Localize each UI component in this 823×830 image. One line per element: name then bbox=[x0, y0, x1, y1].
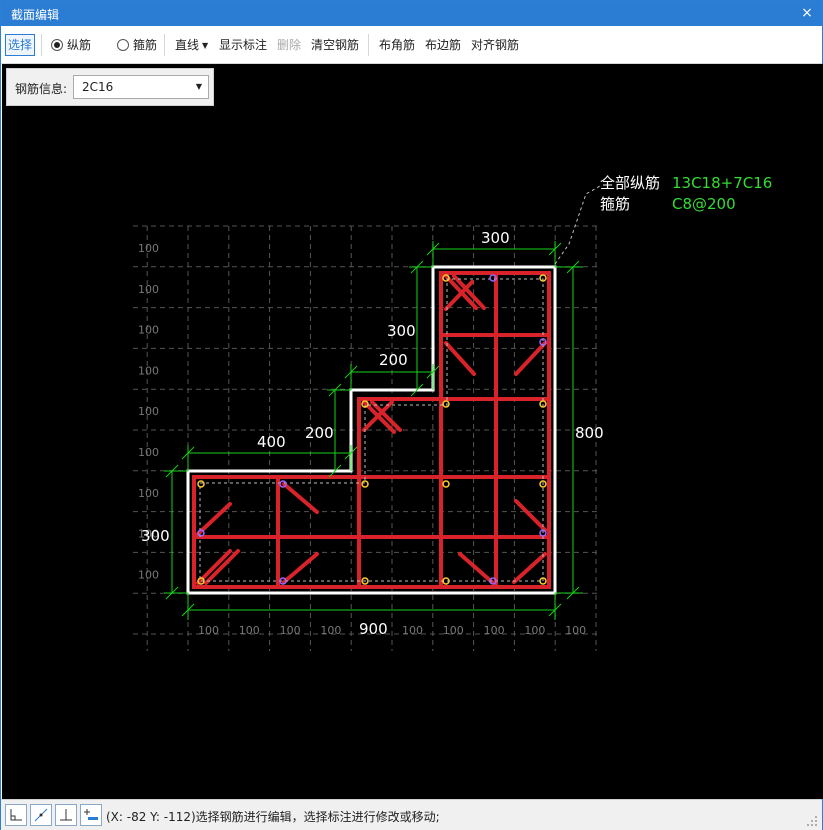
title-bar: 截面编辑 × bbox=[1, 1, 822, 26]
grid-label-left: 100 bbox=[138, 487, 159, 500]
dim-upper-step-height[interactable]: 300 bbox=[387, 322, 416, 340]
stirrup-hook[interactable] bbox=[444, 280, 474, 311]
stirrup-spec-label[interactable]: 箍筋 bbox=[600, 195, 630, 213]
toolbar-divider bbox=[41, 34, 42, 56]
drawing-canvas[interactable]: 钢筋信息: 2C16 ▼ 100 100 100 100 100 100 100 100 100… bbox=[2, 64, 823, 799]
toolbar-divider bbox=[164, 34, 165, 56]
resize-grip-icon[interactable] bbox=[806, 815, 818, 827]
rebar-point[interactable] bbox=[442, 480, 450, 488]
line-label: 直线 bbox=[175, 38, 200, 52]
perpendicular-icon bbox=[60, 809, 72, 821]
stirrup-hook[interactable] bbox=[514, 499, 547, 532]
grid-label-left: 100 bbox=[138, 446, 159, 459]
select-button[interactable]: 选择 bbox=[5, 34, 36, 56]
grid-label-bottom: 100 bbox=[239, 624, 260, 637]
stirrup-spec-value[interactable]: C8@200 bbox=[672, 195, 736, 213]
dim-left-width[interactable]: 400 bbox=[257, 433, 286, 451]
clear-rebar-button[interactable]: 清空钢筋 bbox=[311, 34, 359, 56]
grid-label-left: 100 bbox=[138, 283, 159, 296]
dim-bottom-width[interactable]: 900 bbox=[359, 620, 388, 638]
all-longitudinal-label[interactable]: 全部纵筋 bbox=[600, 174, 660, 192]
stirrup-hook[interactable] bbox=[444, 341, 476, 376]
rebar-point[interactable] bbox=[361, 480, 369, 488]
grid-label-bottom: 100 bbox=[402, 624, 423, 637]
stirrup-hook[interactable] bbox=[196, 502, 232, 536]
stirrup-hook[interactable] bbox=[282, 482, 319, 514]
stirrup-hook[interactable] bbox=[282, 552, 319, 584]
show-dims-button[interactable]: 显示标注 bbox=[219, 34, 267, 56]
polar-snap-button[interactable] bbox=[30, 804, 52, 826]
stirrup-hook[interactable] bbox=[458, 552, 494, 584]
stirrup-hook[interactable] bbox=[512, 552, 547, 584]
rebar-point[interactable] bbox=[197, 480, 205, 488]
longitudinal-radio[interactable]: 纵筋 bbox=[51, 34, 91, 56]
stirrup-hook[interactable] bbox=[514, 341, 547, 376]
grid-label-bottom: 100 bbox=[524, 624, 545, 637]
dimension-icon bbox=[84, 809, 98, 820]
line-dropdown[interactable]: 直线 ▼ bbox=[175, 34, 208, 56]
all-longitudinal-value[interactable]: 13C18+7C16 bbox=[672, 174, 772, 192]
ortho-icon bbox=[10, 809, 22, 821]
status-bar: (X: -82 Y: -112)选择钢筋进行编辑，选择标注进行修改或移动; bbox=[1, 799, 822, 830]
stirrup-hook[interactable] bbox=[204, 549, 240, 585]
grid-label-left: 100 bbox=[138, 364, 159, 377]
grid-label-bottom: 100 bbox=[280, 624, 301, 637]
grid-label-left: 100 bbox=[138, 242, 159, 255]
annotation-leader bbox=[554, 185, 601, 265]
dimension-snap-button[interactable] bbox=[80, 804, 102, 826]
perpendicular-snap-button[interactable] bbox=[55, 804, 77, 826]
grid-label-left: 100 bbox=[138, 324, 159, 337]
radio-checked-icon bbox=[51, 39, 63, 51]
window-title: 截面编辑 bbox=[11, 8, 60, 22]
align-rebar-button[interactable]: 对齐钢筋 bbox=[471, 34, 519, 56]
edge-rebar-button[interactable]: 布边筋 bbox=[425, 34, 461, 56]
grid-label-bottom: 100 bbox=[484, 624, 505, 637]
ortho-snap-button[interactable] bbox=[5, 804, 27, 826]
grid-label-bottom: 100 bbox=[320, 624, 341, 637]
dim-top-width[interactable]: 300 bbox=[481, 229, 510, 247]
grid-label-left: 100 bbox=[138, 568, 159, 581]
section-editor-window: 截面编辑 × 选择 纵筋 箍筋 直线 ▼ 显示标注 删除 清空钢筋 布角筋 布边筋… bbox=[0, 0, 823, 830]
section-drawing[interactable]: 100 100 100 100 100 100 100 100 100 100 100 100 100 1… bbox=[2, 64, 823, 799]
grid-label-bottom: 100 bbox=[565, 624, 586, 637]
chevron-down-icon: ▼ bbox=[202, 41, 209, 50]
grid-label-left: 100 bbox=[138, 405, 159, 418]
polar-icon bbox=[34, 808, 48, 822]
close-icon[interactable]: × bbox=[798, 4, 816, 22]
dim-mid-step-width[interactable]: 200 bbox=[379, 351, 408, 369]
grid-label-bottom: 100 bbox=[443, 624, 464, 637]
radio-unchecked-icon bbox=[117, 39, 129, 51]
rebar-point[interactable] bbox=[442, 400, 450, 408]
toolbar-divider bbox=[368, 34, 369, 56]
status-text: (X: -82 Y: -112)选择钢筋进行编辑，选择标注进行修改或移动; bbox=[106, 810, 440, 824]
delete-button[interactable]: 删除 bbox=[277, 34, 301, 56]
dim-left-height[interactable]: 300 bbox=[141, 527, 170, 545]
grid-label-bottom: 100 bbox=[198, 624, 219, 637]
toolbar: 选择 纵筋 箍筋 直线 ▼ 显示标注 删除 清空钢筋 布角筋 布边筋 对齐钢筋 bbox=[1, 26, 822, 64]
dim-mid-step-height[interactable]: 200 bbox=[305, 424, 334, 442]
dim-right-height[interactable]: 800 bbox=[575, 424, 604, 442]
stirrup-label: 箍筋 bbox=[133, 38, 158, 52]
corner-rebar-button[interactable]: 布角筋 bbox=[379, 34, 415, 56]
stirrup-radio[interactable]: 箍筋 bbox=[117, 34, 157, 56]
longitudinal-label: 纵筋 bbox=[67, 38, 92, 52]
